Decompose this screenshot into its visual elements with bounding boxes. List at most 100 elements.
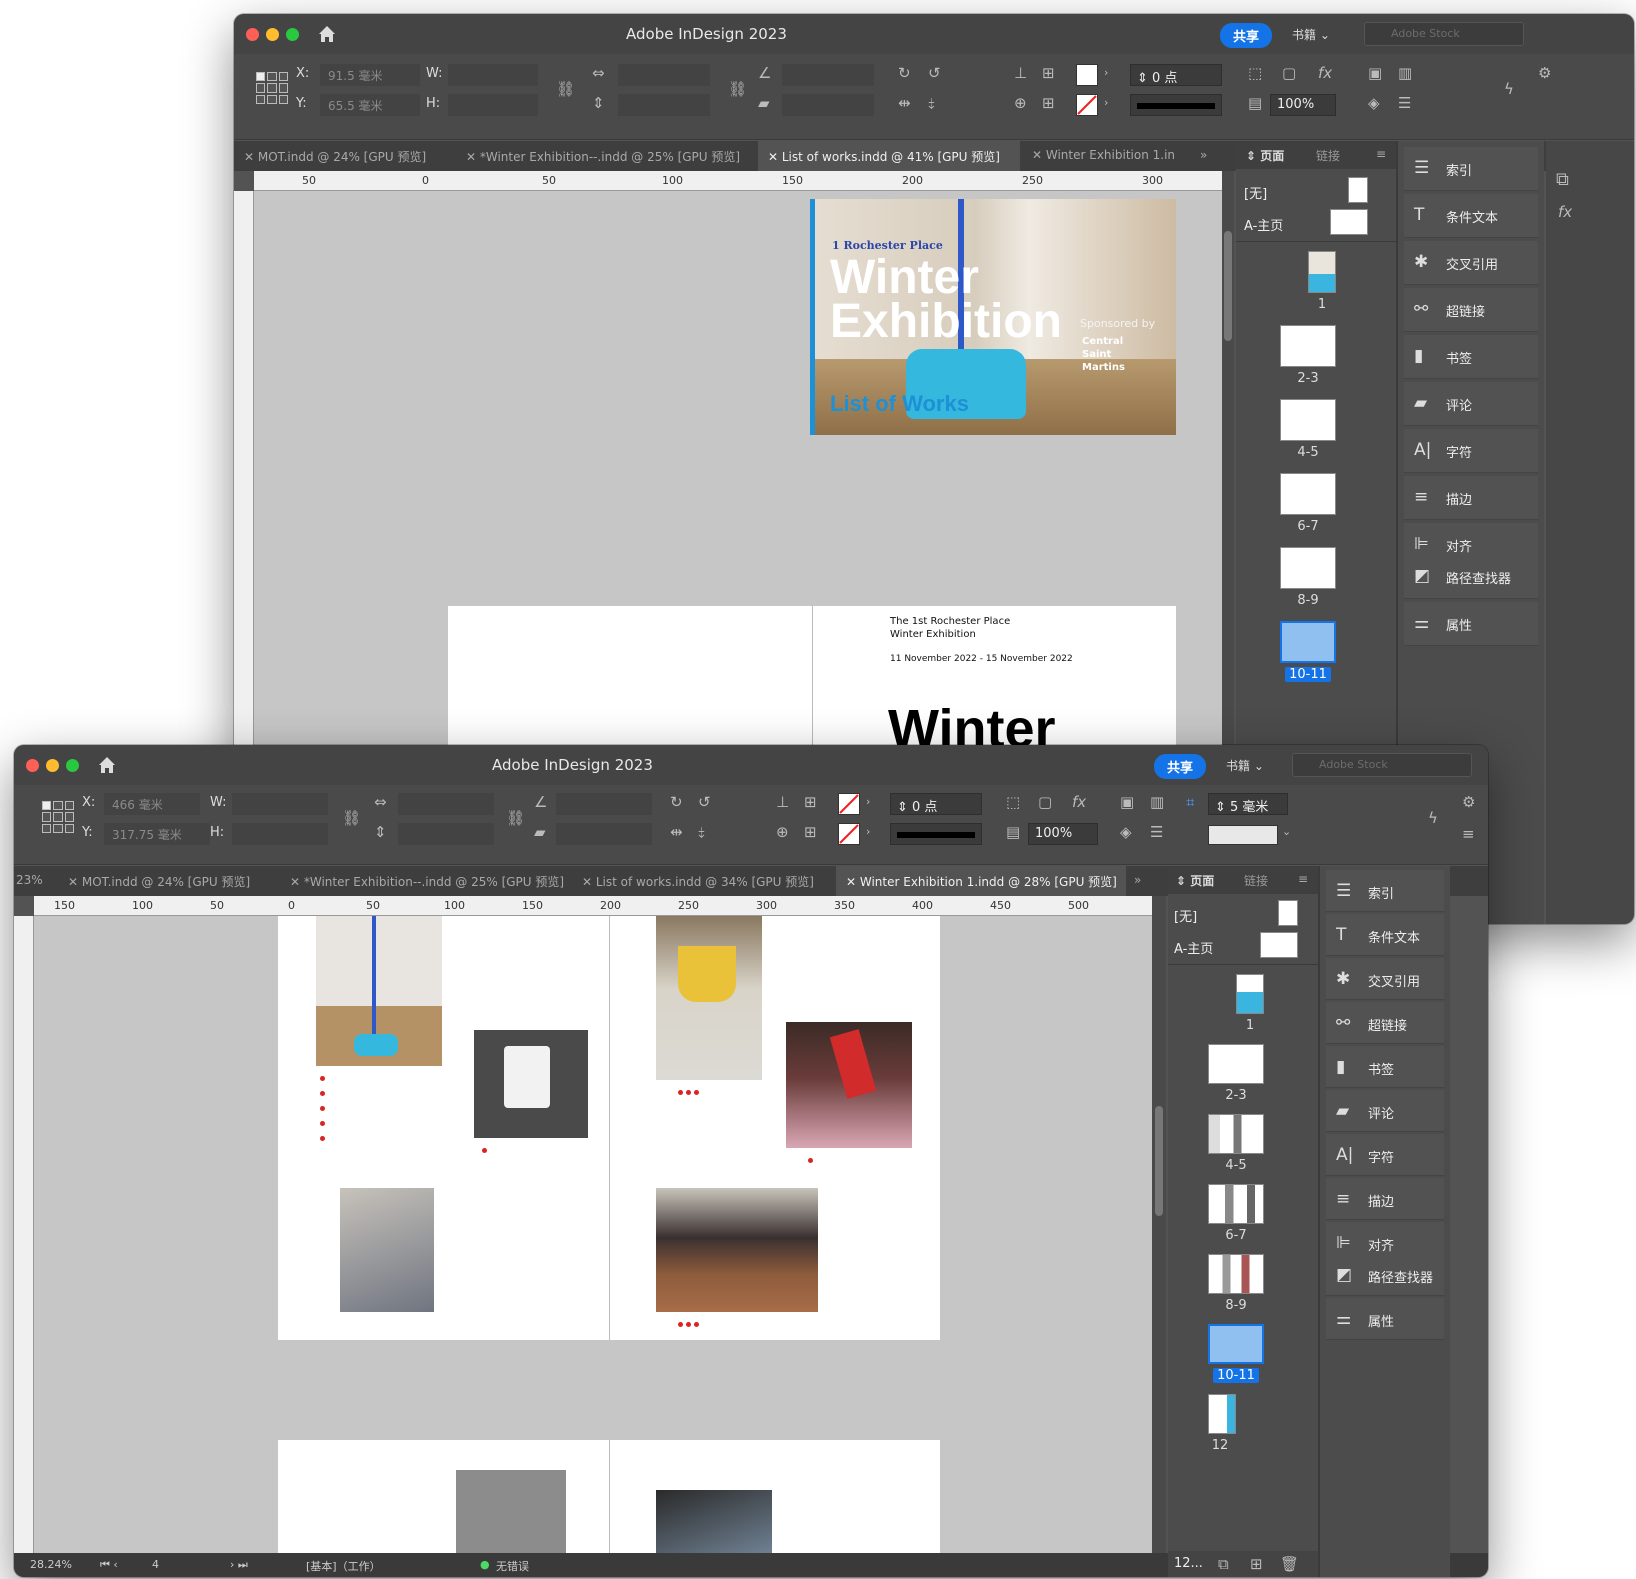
artwork-photo-drawer[interactable] bbox=[656, 1490, 772, 1553]
distribute-icon[interactable]: ☰ bbox=[1150, 823, 1163, 841]
more-tabs-icon[interactable]: » bbox=[1134, 866, 1154, 896]
artwork-photo-table[interactable] bbox=[656, 1188, 818, 1312]
tab-pages[interactable]: ⇕ 页面 bbox=[1246, 147, 1284, 164]
auto-fit-icon[interactable]: ◈ bbox=[1120, 823, 1132, 841]
artwork-photo-bag[interactable] bbox=[340, 1188, 434, 1312]
artwork-photo-mug[interactable] bbox=[474, 1030, 588, 1138]
control-menu-icon[interactable]: ≡ bbox=[1462, 825, 1475, 843]
panel-menu-icon[interactable]: ≡ bbox=[1298, 872, 1308, 886]
page-thumb-8-9[interactable] bbox=[1280, 547, 1336, 589]
flip-vertical-icon[interactable]: ⤈ bbox=[928, 94, 935, 112]
home-icon[interactable] bbox=[316, 23, 338, 45]
panel-menu-icon[interactable]: ≡ bbox=[1376, 147, 1386, 161]
doc-tab-active[interactable]: ✕ Winter Exhibition 1.indd @ 28% [GPU 预览… bbox=[836, 866, 1126, 896]
pasteboard[interactable] bbox=[34, 916, 1152, 1553]
opacity-field[interactable]: 100% bbox=[1028, 823, 1098, 845]
minimize-window-button[interactable] bbox=[266, 28, 279, 41]
doc-tab[interactable]: ✕ Winter Exhibition 1.in bbox=[1022, 141, 1198, 171]
y-field[interactable]: 65.5 毫米 bbox=[320, 94, 420, 116]
swatch-menu-arrow-icon[interactable]: ⌄ bbox=[1282, 825, 1291, 838]
panel-character[interactable]: A| 字符 bbox=[1326, 1134, 1444, 1176]
page-nav-next-icon[interactable]: › ⏭ bbox=[230, 1558, 248, 1572]
fill-menu-arrow-icon[interactable]: › bbox=[866, 795, 870, 808]
page-thumb-8-9[interactable] bbox=[1208, 1254, 1264, 1294]
effects-fx-icon[interactable]: fx bbox=[1318, 64, 1332, 82]
page-thumb-6-7[interactable] bbox=[1280, 473, 1336, 515]
page-thumb-4-5[interactable] bbox=[1280, 399, 1336, 441]
panel-conditional-text[interactable]: T 条件文本 bbox=[1326, 914, 1444, 956]
stroke-swatch[interactable] bbox=[1076, 94, 1098, 116]
page-thumb-10-11[interactable] bbox=[1280, 621, 1336, 663]
panel-align[interactable]: ⊫ 对齐 bbox=[1326, 1222, 1444, 1254]
scale-y-field[interactable] bbox=[398, 823, 494, 845]
doc-tab[interactable]: ✕ MOT.indd @ 24% [GPU 预览] bbox=[234, 141, 454, 171]
frame-fit-content-icon[interactable]: ▢ bbox=[1282, 64, 1296, 82]
panel-cross-references[interactable]: ✱ 交叉引用 bbox=[1404, 241, 1538, 285]
fill-swatch[interactable] bbox=[838, 793, 860, 815]
delete-page-icon[interactable]: 🗑 bbox=[1280, 1555, 1299, 1573]
h-field[interactable] bbox=[448, 94, 538, 116]
spread-12[interactable] bbox=[278, 1440, 940, 1553]
none-master-thumb[interactable] bbox=[1278, 900, 1298, 926]
panel-bookmarks[interactable]: ▮ 书签 bbox=[1326, 1046, 1444, 1088]
rotate-field[interactable] bbox=[556, 793, 652, 815]
select-container-icon[interactable]: ⊥ bbox=[1014, 64, 1027, 82]
books-menu[interactable]: 书籍 ⌄ bbox=[1226, 757, 1264, 774]
gap-field[interactable]: ⇕ 5 毫米 bbox=[1208, 793, 1288, 815]
spread-10-11[interactable] bbox=[278, 916, 940, 1340]
gap-tool-icon[interactable]: ⌗ bbox=[1186, 793, 1194, 811]
constrain-proportions-icon[interactable]: ⛓ bbox=[556, 80, 575, 98]
vertical-scrollbar[interactable] bbox=[1152, 896, 1166, 1553]
stroke-type-select[interactable] bbox=[1130, 94, 1222, 116]
stroke-swatch[interactable] bbox=[838, 823, 860, 845]
panel-pathfinder[interactable]: ◩ 路径查找器 bbox=[1326, 1254, 1444, 1296]
close-window-button[interactable] bbox=[26, 759, 39, 772]
link-scale-icon[interactable]: ⛓ bbox=[728, 80, 747, 98]
panel-stroke[interactable]: ≡ 描边 bbox=[1404, 476, 1538, 520]
doc-tab[interactable]: ✕ List of works.indd @ 34% [GPU 预览] bbox=[572, 866, 834, 896]
rotate-ccw-icon[interactable]: ↺ bbox=[928, 64, 941, 82]
swatch-preview[interactable] bbox=[1208, 825, 1278, 845]
panel-stroke[interactable]: ≡ 描边 bbox=[1326, 1178, 1444, 1220]
page-thumb-12[interactable] bbox=[1208, 1394, 1236, 1434]
flip-vertical-icon[interactable]: ⤈ bbox=[698, 823, 705, 841]
fill-swatch[interactable] bbox=[1076, 64, 1098, 86]
quick-apply-icon[interactable]: ϟ bbox=[1428, 809, 1438, 827]
page-thumb-4-5[interactable] bbox=[1208, 1114, 1264, 1154]
scroll-thumb[interactable] bbox=[1155, 1106, 1163, 1216]
stroke-menu-arrow-icon[interactable]: › bbox=[1104, 96, 1108, 109]
w-field[interactable] bbox=[448, 64, 538, 86]
page-thumb-10-11[interactable] bbox=[1208, 1324, 1264, 1364]
panel-index[interactable]: ☰ 索引 bbox=[1326, 870, 1444, 912]
tab-pages[interactable]: ⇕ 页面 bbox=[1176, 872, 1214, 889]
reference-point-selector[interactable] bbox=[42, 801, 74, 833]
stroke-weight-field[interactable]: ⇕ 0 点 bbox=[1130, 64, 1222, 86]
panel-cross-references[interactable]: ✱ 交叉引用 bbox=[1326, 958, 1444, 1000]
tab-links[interactable]: 链接 bbox=[1244, 872, 1268, 889]
text-wrap-icon[interactable]: ▣ bbox=[1120, 793, 1134, 811]
align-icon[interactable]: ▥ bbox=[1398, 64, 1412, 82]
shear-field[interactable] bbox=[782, 94, 874, 116]
align-icon[interactable]: ▥ bbox=[1150, 793, 1164, 811]
a-master[interactable]: A-主页 bbox=[1174, 938, 1213, 957]
rotate-cw-icon[interactable]: ↻ bbox=[898, 64, 911, 82]
fill-menu-arrow-icon[interactable]: › bbox=[1104, 66, 1108, 79]
text-wrap-icon[interactable]: ▣ bbox=[1368, 64, 1382, 82]
a-master-thumb[interactable] bbox=[1260, 932, 1298, 958]
artwork-photo-uno[interactable] bbox=[786, 1022, 912, 1148]
scroll-thumb[interactable] bbox=[1224, 231, 1232, 341]
books-menu[interactable]: 书籍 ⌄ bbox=[1292, 26, 1330, 43]
panel-properties[interactable]: ⚌ 属性 bbox=[1404, 602, 1538, 646]
x-field[interactable]: 466 毫米 bbox=[104, 793, 200, 815]
frame-fit-content-icon[interactable]: ▢ bbox=[1038, 793, 1052, 811]
scale-x-field[interactable] bbox=[398, 793, 494, 815]
page-thumb-2-3[interactable] bbox=[1280, 325, 1336, 367]
a-master-thumb[interactable] bbox=[1330, 209, 1368, 235]
effects-fx-icon[interactable]: fx bbox=[1072, 793, 1086, 811]
select-content-icon[interactable]: ⊞ bbox=[804, 793, 817, 811]
flip-horizontal-icon[interactable]: ⇹ bbox=[670, 823, 683, 841]
distribute-icon[interactable]: ☰ bbox=[1398, 94, 1411, 112]
select-container-icon[interactable]: ⊥ bbox=[776, 793, 789, 811]
frame-fitting-icon[interactable]: ⬚ bbox=[1248, 64, 1262, 82]
panel-hyperlinks[interactable]: ⚯ 超链接 bbox=[1404, 288, 1538, 332]
